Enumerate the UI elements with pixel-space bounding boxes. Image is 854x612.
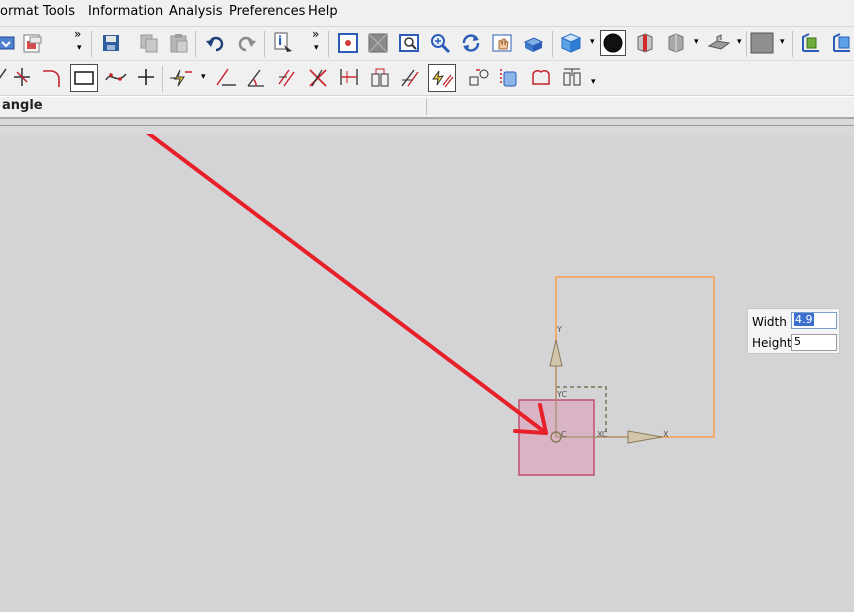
rectangle-icon[interactable]	[70, 64, 98, 92]
undo-icon[interactable]	[202, 30, 228, 56]
convert-reference-icon[interactable]	[497, 64, 523, 90]
wcs-orient-icon[interactable]	[829, 30, 854, 56]
y-axis-label: Y	[556, 325, 562, 334]
hidden-view-icon[interactable]	[663, 30, 689, 56]
radius-dim-icon[interactable]	[397, 64, 423, 90]
view-dropdown-icon[interactable]: ▾	[694, 37, 699, 47]
pan-icon[interactable]	[489, 30, 515, 56]
studio-spline-icon[interactable]	[103, 64, 129, 90]
cue-line: angle	[0, 96, 854, 117]
separator	[162, 66, 163, 92]
fillet-icon[interactable]	[39, 64, 65, 90]
edge-display-dropdown-icon[interactable]: ▾	[737, 37, 742, 47]
cube-view-icon[interactable]	[558, 30, 584, 56]
wcs-icon[interactable]	[798, 30, 824, 56]
menu-format[interactable]: ormat	[0, 4, 39, 19]
origin-label: C	[561, 430, 567, 439]
zoom-window-icon[interactable]	[365, 30, 391, 56]
copy-icon[interactable]	[136, 30, 162, 56]
separator	[195, 31, 196, 57]
save-icon[interactable]	[98, 30, 124, 56]
separator	[792, 31, 793, 57]
background-dropdown-icon[interactable]: ▾	[780, 37, 785, 47]
width-field[interactable]: 4.9	[791, 312, 837, 329]
dimension-dialog: Width 4.9 Height 5	[747, 308, 840, 354]
height-label: Height	[752, 336, 792, 350]
standard-toolbar: » ▾ i » ▾ ▾ ▾ ▾ ▾	[0, 27, 854, 61]
point-icon[interactable]	[133, 64, 159, 90]
menu-tools[interactable]: Tools	[43, 4, 75, 19]
graphics-window-border-line	[0, 125, 854, 126]
toolbar-dropdown-icon[interactable]: ▾	[314, 43, 319, 53]
separator	[746, 31, 747, 57]
separator	[91, 31, 92, 57]
menu-preferences[interactable]: Preferences	[229, 4, 305, 19]
menu-information[interactable]: Information	[88, 4, 163, 19]
toolbar-overflow-icon[interactable]: »	[312, 27, 319, 41]
redo-icon[interactable]	[234, 30, 260, 56]
background-icon[interactable]	[750, 30, 774, 56]
shading-icon[interactable]	[600, 30, 626, 56]
graphics-window-border	[0, 117, 854, 135]
rotate-icon[interactable]	[458, 30, 484, 56]
y-axis-arrow	[549, 339, 563, 367]
edge-display-icon[interactable]	[706, 30, 732, 56]
zoom-box-icon[interactable]	[396, 30, 422, 56]
separator	[264, 31, 265, 57]
menu-analysis[interactable]: Analysis	[169, 4, 223, 19]
svg-text:i: i	[278, 34, 282, 48]
sketch-curve-toolbar: ▾ ▾	[0, 61, 854, 95]
sketch-relations-icon[interactable]	[559, 64, 585, 90]
info-icon[interactable]: i	[271, 30, 297, 56]
vertical-dim-icon[interactable]	[367, 64, 393, 90]
section-view-icon[interactable]	[632, 30, 658, 56]
horizontal-dim-icon[interactable]	[336, 64, 362, 90]
cube-view-dropdown-icon[interactable]: ▾	[590, 37, 595, 47]
quick-trim-icon[interactable]	[9, 64, 35, 90]
open-part-icon[interactable]	[20, 30, 46, 56]
graphics-window[interactable]: Y X YC XC C	[0, 134, 854, 612]
separator	[552, 31, 553, 57]
separator	[328, 31, 329, 57]
perpendicular-icon[interactable]	[213, 64, 239, 90]
show-constraints-icon[interactable]	[466, 64, 492, 90]
angular-dim-icon[interactable]	[243, 64, 269, 90]
auto-constrain-icon[interactable]	[168, 64, 194, 90]
fit-icon[interactable]	[335, 30, 361, 56]
height-field[interactable]: 5	[791, 334, 837, 351]
alternate-solution-icon[interactable]	[528, 64, 554, 90]
toolbar-dropdown-icon[interactable]: ▾	[77, 43, 82, 53]
constraint-dropdown-icon[interactable]: ▾	[201, 72, 206, 82]
width-field-value: 4.9	[794, 313, 814, 326]
paste-icon[interactable]	[166, 30, 192, 56]
xc-axis-label: XC	[597, 430, 608, 439]
annotation-arrow	[146, 134, 548, 435]
sketch-toolbar-dropdown-icon[interactable]: ▾	[591, 77, 596, 87]
dropdown-icon[interactable]	[0, 30, 20, 56]
zoom-icon[interactable]	[427, 30, 453, 56]
yc-axis-label: YC	[556, 390, 567, 399]
toolbar-overflow-icon[interactable]: »	[74, 27, 81, 41]
cue-line-text: angle	[2, 98, 43, 113]
height-field-value: 5	[794, 335, 801, 348]
x-axis-label: X	[663, 430, 669, 439]
view-orient-icon[interactable]	[520, 30, 546, 56]
width-label: Width	[752, 315, 787, 329]
infer-constraints-icon[interactable]	[428, 64, 456, 92]
menu-help[interactable]: Help	[308, 4, 338, 19]
menu-bar: ormat Tools Information Analysis Prefere…	[0, 0, 854, 27]
parallel-dim-icon[interactable]	[274, 64, 300, 90]
delete-constraint-icon[interactable]	[305, 64, 331, 90]
x-axis-arrow	[627, 430, 663, 444]
cue-line-divider	[426, 99, 427, 115]
